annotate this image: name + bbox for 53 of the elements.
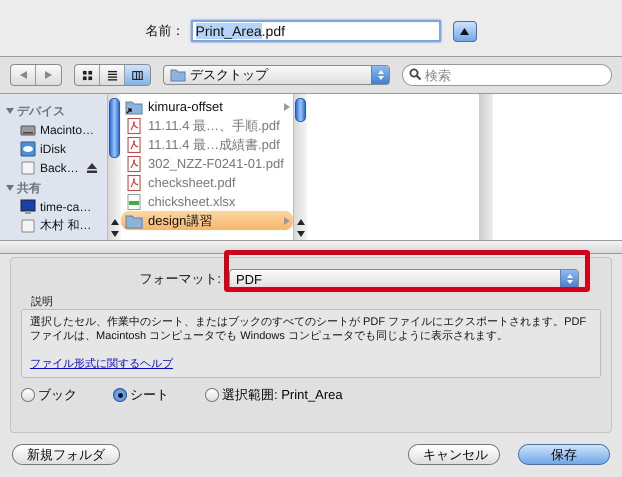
folder-icon [125, 212, 143, 228]
disclosure-arrow-icon [283, 102, 291, 110]
spreadsheet-file-icon [125, 194, 143, 210]
up-down-arrows-icon [566, 273, 574, 285]
up-down-arrows-icon [376, 69, 384, 81]
location-popup[interactable]: デスクトップ [163, 65, 390, 85]
format-label: フォーマット: [139, 270, 221, 288]
name-label: 名前： [146, 22, 184, 40]
triangle-icon [460, 28, 469, 34]
column-view-icon [132, 70, 143, 80]
sidebar-section-header[interactable]: デバイス [6, 102, 107, 120]
sidebar-section-header[interactable]: 共有 [6, 179, 107, 197]
monitor-icon [20, 198, 36, 214]
search-icon [409, 68, 422, 81]
sidebar-item[interactable]: Macinto… [40, 122, 94, 136]
view-mode-button[interactable] [125, 65, 150, 85]
file-item[interactable]: design講習 [121, 211, 293, 230]
scrollbar-thumb[interactable] [295, 98, 306, 122]
drive-icon [20, 218, 36, 234]
cancel-button[interactable]: キャンセル [408, 444, 500, 465]
list-view-icon [106, 70, 118, 80]
scrollbar-thumb[interactable] [109, 98, 120, 158]
collapse-button[interactable] [452, 20, 476, 42]
file-item[interactable]: kimura-offset [121, 97, 293, 116]
scope-radio[interactable]: シート [113, 386, 169, 404]
disclosure-arrow-icon [283, 216, 291, 224]
icon-view-icon [82, 70, 92, 80]
sidebar-item[interactable]: time-ca… [40, 200, 92, 214]
pdf-file-icon [125, 174, 143, 190]
pdf-file-icon [125, 136, 143, 152]
disclosure-triangle-icon [6, 107, 14, 115]
format-popup[interactable]: PDF [229, 269, 579, 289]
drive-icon [20, 160, 36, 176]
new-folder-button[interactable]: 新規フォルダ [12, 444, 120, 465]
save-button[interactable]: 保存 [518, 444, 610, 465]
disclosure-triangle-icon [6, 184, 14, 192]
scope-radio[interactable]: ブック [21, 386, 77, 404]
pdf-file-icon [125, 156, 143, 172]
sidebar-item[interactable]: 木村 和… [40, 217, 92, 234]
name-field[interactable]: Print_Area.pdf [190, 20, 440, 42]
eject-icon[interactable] [86, 162, 97, 172]
back-arrow-icon [18, 70, 28, 80]
scope-radio[interactable]: 選択範囲: Print_Area [205, 386, 343, 404]
search-field[interactable]: 検索 [402, 64, 612, 86]
forward-arrow-icon [44, 70, 54, 80]
description-label: 説明 [31, 295, 54, 309]
sidebar-item[interactable]: Back… [40, 160, 79, 174]
description-text: 選択したセル、作業中のシート、またはブックのすべてのシートが PDF ファイルにエクスポートされます。PDF ファイルは、Macintosh コンピュータでも Windows コンピュータでも同じように表示されます。 [30, 315, 588, 343]
pdf-file-icon [125, 118, 143, 134]
folder-alias-icon [125, 98, 143, 114]
sidebar-item[interactable]: iDisk [40, 142, 66, 156]
folder-icon [170, 68, 186, 82]
help-link[interactable]: ファイル形式に関するヘルプ [30, 357, 173, 371]
